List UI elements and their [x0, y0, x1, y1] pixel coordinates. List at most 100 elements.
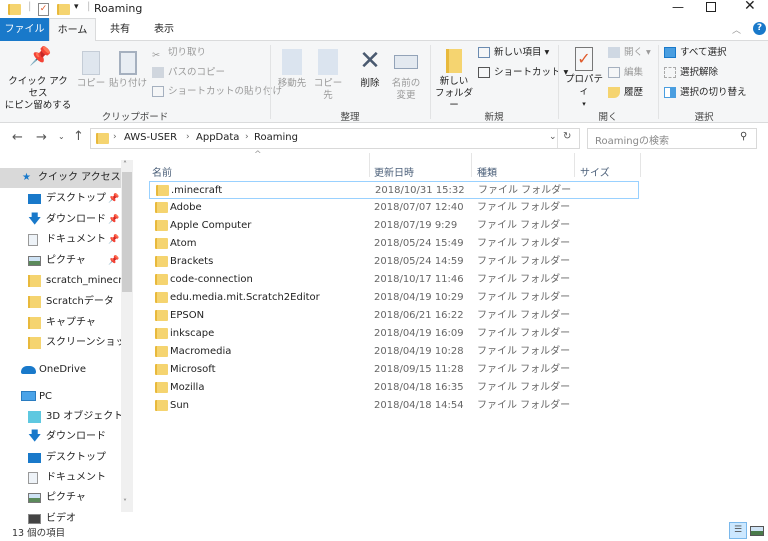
- new-item-button[interactable]: 新しい項目 ▾: [478, 44, 549, 61]
- file-row[interactable]: Sun 2018/04/18 14:54 ファイル フォルダー: [149, 397, 639, 415]
- file-row[interactable]: EPSON 2018/06/21 16:22 ファイル フォルダー: [149, 307, 639, 325]
- file-row[interactable]: Atom 2018/05/24 15:49 ファイル フォルダー: [149, 235, 639, 253]
- file-row[interactable]: edu.media.mit.Scratch2Editor 2018/04/19 1…: [149, 289, 639, 307]
- delete-button[interactable]: ✕ 削除: [354, 47, 386, 90]
- nav-onedrive[interactable]: OneDrive: [0, 360, 121, 380]
- column-resize-handle[interactable]: [369, 153, 370, 177]
- new-folder-quick-icon[interactable]: [57, 4, 70, 15]
- file-row[interactable]: Microsoft 2018/09/15 11:28 ファイル フォルダー: [149, 361, 639, 379]
- nav-label: ダウンロード: [46, 431, 106, 443]
- copy-to-button[interactable]: コピー先: [310, 49, 346, 102]
- status-item-count: 13 個の項目: [12, 528, 66, 539]
- edit-button[interactable]: 編集: [608, 64, 643, 81]
- tab-file[interactable]: ファイル: [0, 18, 49, 41]
- column-header-size[interactable]: サイズ: [580, 164, 610, 179]
- pin-icon[interactable]: 📌: [108, 230, 119, 250]
- nav-pc-item[interactable]: 🡇 ダウンロード: [0, 427, 121, 447]
- recent-locations-icon[interactable]: ⌄: [58, 132, 65, 141]
- help-icon[interactable]: ?: [753, 22, 766, 35]
- file-row[interactable]: Apple Computer 2018/07/19 9:29 ファイル フォルダー: [149, 217, 639, 235]
- minimize-icon[interactable]: —: [672, 0, 684, 14]
- scrollbar-thumb[interactable]: [122, 172, 132, 292]
- breadcrumb-roaming[interactable]: Roaming: [254, 132, 298, 143]
- file-name: code-connection: [170, 274, 253, 285]
- pin-icon[interactable]: 📌: [108, 210, 119, 230]
- file-row[interactable]: .minecraft 2018/10/31 15:32 ファイル フォルダー: [149, 181, 639, 199]
- cut-button[interactable]: ✂ 切り取り: [152, 44, 206, 61]
- nav-pc-item[interactable]: 3D オブジェクト: [0, 407, 121, 427]
- paste-button[interactable]: 貼り付け: [108, 51, 148, 90]
- up-arrow-icon[interactable]: ↑: [73, 129, 84, 144]
- history-icon: [608, 87, 620, 98]
- customize-quick-access-icon[interactable]: ▾: [74, 2, 79, 12]
- back-arrow-icon[interactable]: ←: [12, 130, 23, 145]
- column-header-name[interactable]: 名前: [152, 164, 172, 179]
- file-row[interactable]: Mozilla 2018/04/18 16:35 ファイル フォルダー: [149, 379, 639, 397]
- copy-path-button[interactable]: パスのコピー: [152, 64, 225, 81]
- nav-quick-item[interactable]: スクリーンショット: [0, 333, 121, 353]
- file-row[interactable]: Adobe 2018/07/07 12:40 ファイル フォルダー: [149, 199, 639, 217]
- pin-icon[interactable]: 📌: [108, 189, 119, 209]
- nav-pc-item[interactable]: ピクチャ: [0, 488, 121, 508]
- properties-button[interactable]: ✓ プロパティ ▾: [562, 47, 606, 110]
- column-resize-handle[interactable]: [574, 153, 575, 177]
- file-row[interactable]: Macromedia 2018/04/19 10:28 ファイル フォルダー: [149, 343, 639, 361]
- paste-shortcut-button[interactable]: ショートカットの貼り付け: [152, 83, 282, 100]
- tab-home[interactable]: ホーム: [49, 18, 96, 42]
- select-all-label: すべて選択: [680, 47, 727, 58]
- easy-access-button[interactable]: ショートカット ▾: [478, 64, 568, 81]
- pin-quick-access-button[interactable]: 📌 クイック アクセス にピン留めする: [4, 48, 72, 112]
- scroll-up-icon[interactable]: ˄: [123, 160, 127, 169]
- large-icons-view-icon[interactable]: [750, 526, 764, 536]
- file-row[interactable]: inkscape 2018/04/19 16:09 ファイル フォルダー: [149, 325, 639, 343]
- maximize-icon[interactable]: [706, 2, 716, 12]
- nav-pc[interactable]: PC: [0, 387, 121, 407]
- collapse-ribbon-icon[interactable]: ︿: [732, 23, 741, 36]
- open-button[interactable]: 開く ▾: [608, 44, 651, 61]
- breadcrumb-aws-user[interactable]: AWS-USER: [124, 132, 177, 143]
- tab-view[interactable]: 表示: [144, 18, 184, 41]
- properties-quick-icon[interactable]: ✓: [38, 3, 49, 16]
- history-button[interactable]: 履歴: [608, 84, 643, 101]
- forward-arrow-icon[interactable]: →: [36, 130, 47, 145]
- nav-quick-item[interactable]: 🡇 ダウンロード 📌: [0, 210, 121, 230]
- new-folder-button[interactable]: 新しい フォルダー: [432, 49, 476, 112]
- column-resize-handle[interactable]: [640, 153, 641, 177]
- search-box[interactable]: Roamingの検索 ⚲: [587, 128, 757, 149]
- nav-scrollbar[interactable]: ˄ ˅: [121, 160, 133, 512]
- copy-button[interactable]: コピー: [76, 51, 106, 90]
- nav-quick-item[interactable]: ピクチャ 📌: [0, 251, 121, 271]
- details-view-icon[interactable]: ☰: [729, 522, 747, 539]
- nav-quick-item[interactable]: ドキュメント 📌: [0, 230, 121, 250]
- address-dropdown-icon[interactable]: ⌄: [549, 132, 557, 142]
- scroll-down-icon[interactable]: ˅: [123, 498, 127, 507]
- nav-pc-item[interactable]: ドキュメント: [0, 468, 121, 488]
- nav-item-icon: [28, 337, 41, 350]
- nav-quick-item[interactable]: Scratchデータ: [0, 292, 121, 312]
- nav-quick-access[interactable]: ★ クイック アクセス: [0, 168, 121, 188]
- move-to-button[interactable]: 移動先: [274, 49, 310, 90]
- refresh-icon[interactable]: ↻: [563, 131, 571, 142]
- select-none-icon: [664, 67, 676, 78]
- file-row[interactable]: Brackets 2018/05/24 14:59 ファイル フォルダー: [149, 253, 639, 271]
- folder-icon: [96, 133, 109, 144]
- column-header-date[interactable]: 更新日時: [374, 164, 414, 179]
- nav-quick-item[interactable]: キャプチャ: [0, 313, 121, 333]
- select-none-button[interactable]: 選択解除: [664, 64, 718, 81]
- nav-quick-item[interactable]: scratch_minecraft: [0, 271, 121, 291]
- tab-share[interactable]: 共有: [100, 18, 140, 41]
- invert-selection-button[interactable]: 選択の切り替え: [664, 84, 747, 101]
- column-resize-handle[interactable]: [471, 153, 472, 177]
- file-row[interactable]: code-connection 2018/10/17 11:46 ファイル フォルダ…: [149, 271, 639, 289]
- file-name: Microsoft: [170, 364, 216, 375]
- column-header-type[interactable]: 種類: [477, 164, 497, 179]
- pin-icon[interactable]: 📌: [108, 251, 119, 271]
- select-all-button[interactable]: すべて選択: [664, 44, 726, 61]
- address-bar[interactable]: › AWS-USER › AppData › Roaming ⌄ ↻: [90, 128, 580, 149]
- nav-pc-item[interactable]: デスクトップ: [0, 448, 121, 468]
- nav-quick-item[interactable]: デスクトップ 📌: [0, 189, 121, 209]
- rename-button[interactable]: 名前の 変更: [388, 49, 424, 102]
- paste-icon: [119, 51, 137, 75]
- breadcrumb-appdata[interactable]: AppData: [196, 132, 239, 143]
- close-icon[interactable]: ✕: [744, 0, 756, 14]
